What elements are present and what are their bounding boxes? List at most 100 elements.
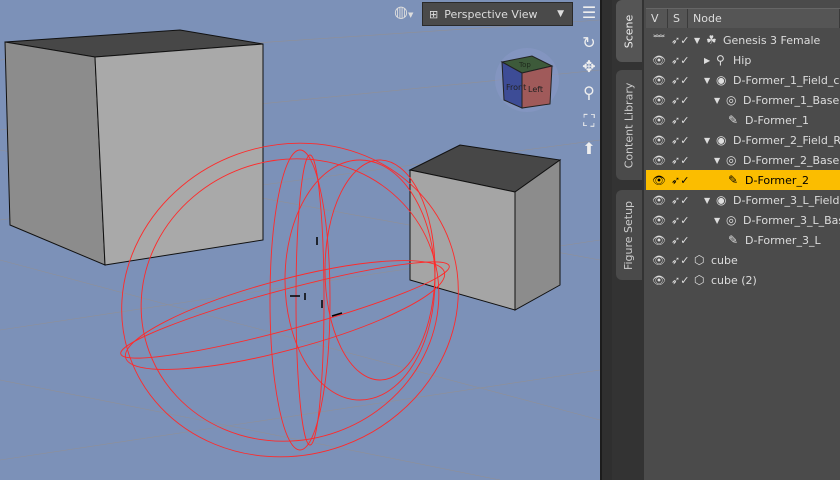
visibility-eye-icon[interactable]: 👁 (650, 134, 668, 147)
node-name: D-Former_1_Base (743, 93, 840, 107)
window-icon: ⊞ (429, 7, 439, 21)
visibility-eye-icon[interactable]: 👁 (650, 74, 668, 87)
expand-toggle-icon[interactable]: ▼ (704, 136, 710, 145)
visibility-eye-icon[interactable]: 👁 (650, 114, 668, 127)
scene-node-row[interactable]: 👁 ➶✓ ✎ D-Former_1 (646, 110, 840, 130)
selectable-cursor-icon[interactable]: ➶✓ (671, 134, 691, 147)
scene-node-row[interactable]: 👁 ➶✓ ▶ ⚲ Hip (646, 50, 840, 70)
scene-node-row[interactable]: 👁 ➶✓ ▼ ◎ D-Former_2_Base (646, 150, 840, 170)
tab-content-library[interactable]: Content Library (616, 70, 642, 180)
scene-node-row[interactable]: 👁 ➶✓ ▼ ◉ D-Former_2_Field_R (646, 130, 840, 150)
expand-toggle-icon[interactable]: ▼ (714, 216, 720, 225)
visibility-eye-icon[interactable]: 👁 (650, 274, 668, 287)
panel-splitter[interactable] (600, 0, 612, 480)
selectable-cursor-icon[interactable]: ➶✓ (671, 174, 691, 187)
scene-node-row[interactable]: 👁➶✓ ▼ ◎ D-Former_3_L_Base (646, 210, 840, 230)
nav-cube[interactable]: Front Left Top (492, 48, 562, 112)
scene-node-row[interactable]: 👁 ➶✓ ⬡ cube (2) (646, 270, 840, 290)
tab-figure-setup[interactable]: Figure Setup (616, 190, 642, 280)
dformer-icon: ✎ (728, 173, 739, 187)
menu-icon[interactable]: ☰ (578, 2, 600, 24)
figure-icon: ☘ (706, 33, 717, 47)
expand-toggle-icon[interactable]: ▼ (704, 196, 710, 205)
column-selectable[interactable]: S (668, 9, 688, 28)
expand-toggle-icon[interactable]: ▼ (714, 96, 720, 105)
view-select-dropdown[interactable]: ⊞ Perspective View ▼ (422, 2, 573, 26)
node-name: cube (2) (711, 273, 757, 287)
scene-node-row[interactable]: 👁 ➶✓ ▼ ◎ D-Former_1_Base (646, 90, 840, 110)
bone-icon: ⚲ (716, 53, 725, 67)
selectable-cursor-icon[interactable]: ➶✓ (671, 94, 691, 107)
selectable-cursor-icon[interactable]: ➶✓ (671, 254, 691, 267)
dformer-gizmo (290, 237, 343, 317)
scene-node-row[interactable]: 👁 ➶✓ ✎ D-Former_3_L (646, 230, 840, 250)
scene-options-icon[interactable]: ◍▼ (394, 2, 418, 26)
camera-orbit-icon[interactable]: ↻ (578, 32, 600, 54)
node-name: D-Former_2_Field_R (733, 133, 840, 147)
expand-toggle-icon[interactable]: ▶ (704, 56, 710, 65)
nav-cube-left-label: Left (528, 85, 543, 94)
tab-scene[interactable]: Scene (616, 0, 642, 62)
dformer-icon: ✎ (728, 113, 739, 127)
selectable-cursor-icon[interactable]: ➶✓ (671, 214, 691, 227)
node-name: D-Former_1_Field_cntr (733, 73, 840, 87)
node-name: D-Former_3_L (745, 233, 821, 247)
visibility-eye-icon[interactable]: 👁 (650, 234, 668, 247)
selectable-cursor-icon[interactable]: ➶✓ (671, 114, 691, 127)
scene-node-row[interactable]: 👁➶✓ ▼ ◉ D-Former_1_Field_cntr (646, 70, 840, 90)
expand-toggle-icon[interactable]: ▼ (694, 36, 700, 45)
field-icon: ◉ (716, 193, 727, 207)
visibility-eye-icon[interactable]: 👁 (650, 194, 668, 207)
reset-view-icon[interactable]: ⬆ (578, 138, 600, 160)
selectable-cursor-icon[interactable]: ➶✓ (671, 54, 691, 67)
selectable-cursor-icon[interactable]: ➶✓ (671, 154, 691, 167)
visibility-eye-icon[interactable]: 👁 (650, 94, 668, 107)
chevron-down-icon: ▼ (557, 9, 564, 19)
node-name: D-Former_2 (745, 173, 809, 187)
expand-toggle-icon[interactable]: ▼ (714, 156, 720, 165)
scene-node-row[interactable]: 👁 ➶✓ ✎ D-Former_2 (646, 170, 840, 190)
node-name: Hip (733, 53, 752, 67)
visibility-eye-icon[interactable]: 👁 (650, 174, 668, 187)
node-name: Genesis 3 Female (723, 33, 821, 47)
scene-panel: V S Node ﹌ ➶✓ ▼ ☘ Genesis 3 Female 👁 ➶✓ ▶ ⚲ Hip 👁 ➶… (642, 0, 840, 480)
column-visible[interactable]: V (646, 9, 668, 28)
base-icon: ◎ (726, 153, 737, 167)
scene-node-row[interactable]: 👁 ➶✓ ▼ ◉ D-Former_3_L_Field (646, 190, 840, 210)
node-name: D-Former_3_L_Base (743, 213, 840, 227)
visibility-eye-icon[interactable]: 👁 (650, 214, 668, 227)
field-icon: ◉ (716, 73, 727, 87)
nav-cube-front-label: Front (506, 83, 526, 92)
side-tabs: Scene Content Library Figure Setup (612, 0, 642, 480)
field-icon: ◉ (716, 133, 727, 147)
selectable-cursor-icon[interactable]: ➶✓ (671, 74, 691, 87)
scene-node-row[interactable]: ﹌ ➶✓ ▼ ☘ Genesis 3 Female (646, 30, 840, 50)
base-icon: ◎ (726, 213, 737, 227)
visibility-eye-icon[interactable]: 👁 (650, 54, 668, 67)
selectable-cursor-icon[interactable]: ➶✓ (671, 274, 691, 287)
node-name: D-Former_2_Base (743, 153, 840, 167)
cube-right (408, 144, 562, 311)
node-name: D-Former_3_L_Field (733, 193, 840, 207)
camera-pan-icon[interactable]: ✥ (578, 56, 600, 78)
scene-header: V S Node (646, 8, 840, 28)
visibility-eye-icon[interactable]: 👁 (650, 254, 668, 267)
base-icon: ◎ (726, 93, 737, 107)
frame-icon[interactable]: ⛶ (578, 110, 600, 132)
visibility-eye-icon[interactable]: 👁 (650, 154, 668, 167)
cube-left (4, 29, 264, 266)
expand-toggle-icon[interactable]: ▼ (704, 76, 710, 85)
camera-zoom-icon[interactable]: ⚲ (578, 82, 600, 104)
cube-icon: ⬡ (694, 253, 705, 267)
scene-node-row[interactable]: 👁 ➶✓ ⬡ cube (646, 250, 840, 270)
viewport-3d[interactable]: Front Left Top ◍▼ ⊞ Perspective View ▼ ☰… (0, 0, 600, 480)
selectable-cursor-icon[interactable]: ➶✓ (671, 194, 691, 207)
node-name: cube (711, 253, 738, 267)
cube-icon: ⬡ (694, 273, 705, 287)
dformer-icon: ✎ (728, 233, 739, 247)
selectable-cursor-icon[interactable]: ➶✓ (671, 34, 691, 47)
node-name: D-Former_1 (745, 113, 809, 127)
column-node[interactable]: Node (688, 9, 840, 28)
visibility-eye-icon[interactable]: ﹌ (650, 32, 668, 48)
selectable-cursor-icon[interactable]: ➶✓ (671, 234, 691, 247)
